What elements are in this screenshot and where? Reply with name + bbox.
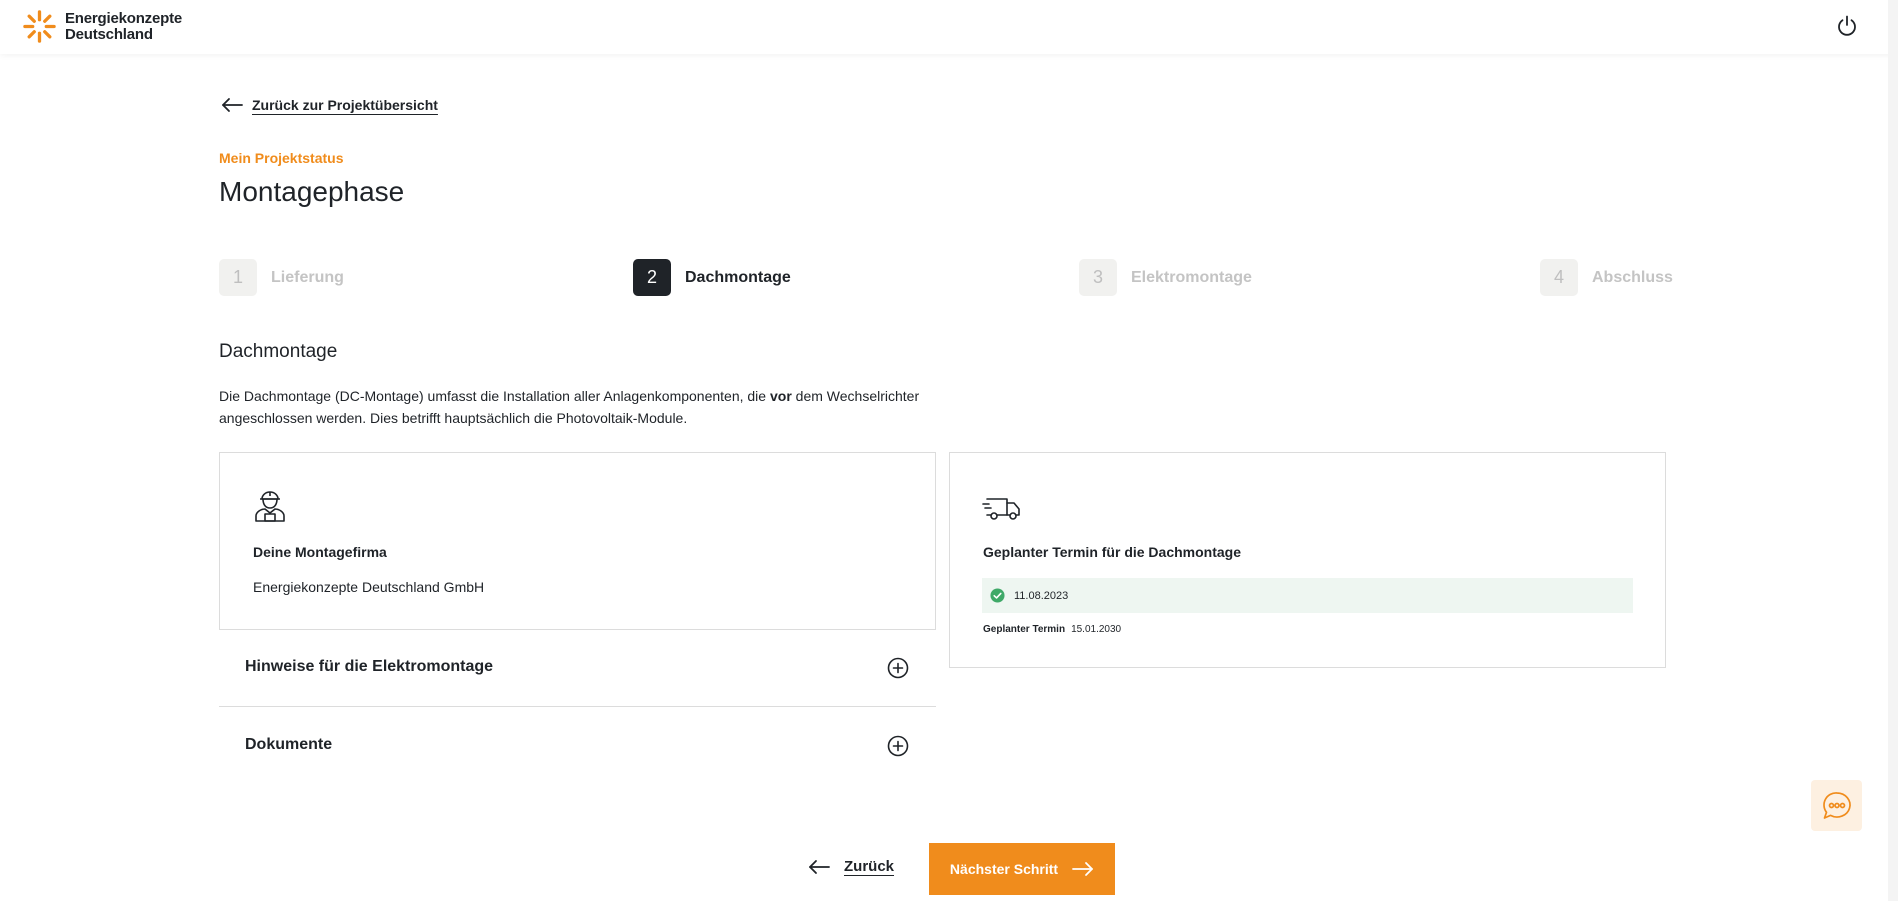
check-circle-icon [990,588,1005,603]
back-to-overview-label: Zurück zur Projektübersicht [252,97,438,113]
schedule-label: Geplanter Termin für die Dachmontage [983,544,1242,560]
brand-logo[interactable]: Energiekonzepte Deutschland [22,9,182,44]
planned-date-line: Geplanter Termin 15.01.2030 [983,624,1121,635]
step-number: 2 [633,259,671,296]
step-elektromontage[interactable]: 3 Elektromontage [1079,259,1252,296]
chat-button[interactable] [1811,780,1862,831]
step-number: 3 [1079,259,1117,296]
arrow-right-icon [1072,862,1093,876]
back-button[interactable]: Zurück [808,858,894,875]
step-label: Elektromontage [1131,268,1252,286]
planned-date-label: Geplanter Termin [983,624,1066,635]
step-label: Abschluss [1592,268,1673,286]
company-label: Deine Montagefirma [253,544,387,560]
page-kicker: Mein Projektstatus [219,150,344,166]
accordion-dokumente[interactable]: Dokumente [219,709,936,785]
section-description: Die Dachmontage (DC-Montage) umfasst die… [219,385,979,429]
section-title: Dachmontage [219,341,338,362]
back-button-label: Zurück [844,858,895,875]
accordion-hinweise-elektromontage[interactable]: Hinweise für die Elektromontage [219,631,936,707]
accordion-label: Dokumente [245,736,333,753]
step-lieferung[interactable]: 1 Lieferung [219,259,344,296]
chat-bubble-icon [1822,791,1851,819]
step-dachmontage[interactable]: 2 Dachmontage [633,259,791,296]
company-name: Energiekonzepte Deutschland GmbH [253,579,485,595]
plus-circle-icon[interactable] [887,657,909,679]
top-bar: Energiekonzepte Deutschland [0,0,1898,54]
schedule-card: Geplanter Termin für die Dachmontage 11.… [949,452,1666,668]
worker-icon [255,491,285,522]
page-title: Montagephase [219,176,405,207]
description-emphasis: vor [769,388,792,404]
step-abschluss[interactable]: 4 Abschluss [1540,259,1673,296]
arrow-left-icon [809,859,830,874]
next-step-label: Nächster Schritt [949,861,1059,877]
step-number: 1 [219,259,257,296]
brand-name-line2: Deutschland [65,25,153,43]
confirmed-date: 11.08.2023 [1014,589,1069,602]
company-card: Deine Montagefirma Energiekonzepte Deuts… [219,452,936,630]
accordion-label: Hinweise für die Elektromontage [245,658,494,675]
brand-name: Energiekonzepte Deutschland [65,9,183,43]
scrollbar[interactable] [1888,0,1898,901]
plus-circle-icon[interactable] [887,735,909,757]
step-label: Dachmontage [685,268,791,286]
next-step-button[interactable]: Nächster Schritt [929,843,1115,895]
arrow-left-icon [222,98,243,112]
planned-date-value: 15.01.2030 [1071,624,1122,635]
sun-logo-icon [23,10,56,43]
back-to-overview-link[interactable]: Zurück zur Projektübersicht [221,97,438,113]
description-text: Die Dachmontage (DC-Montage) umfasst die… [219,388,770,404]
delivery-van-icon [982,498,1020,520]
power-icon[interactable] [1835,14,1859,38]
confirmed-date-row: 11.08.2023 [982,578,1633,613]
step-number: 4 [1540,259,1578,296]
step-label: Lieferung [271,268,344,286]
brand-name-line1: Energiekonzepte [65,9,183,27]
